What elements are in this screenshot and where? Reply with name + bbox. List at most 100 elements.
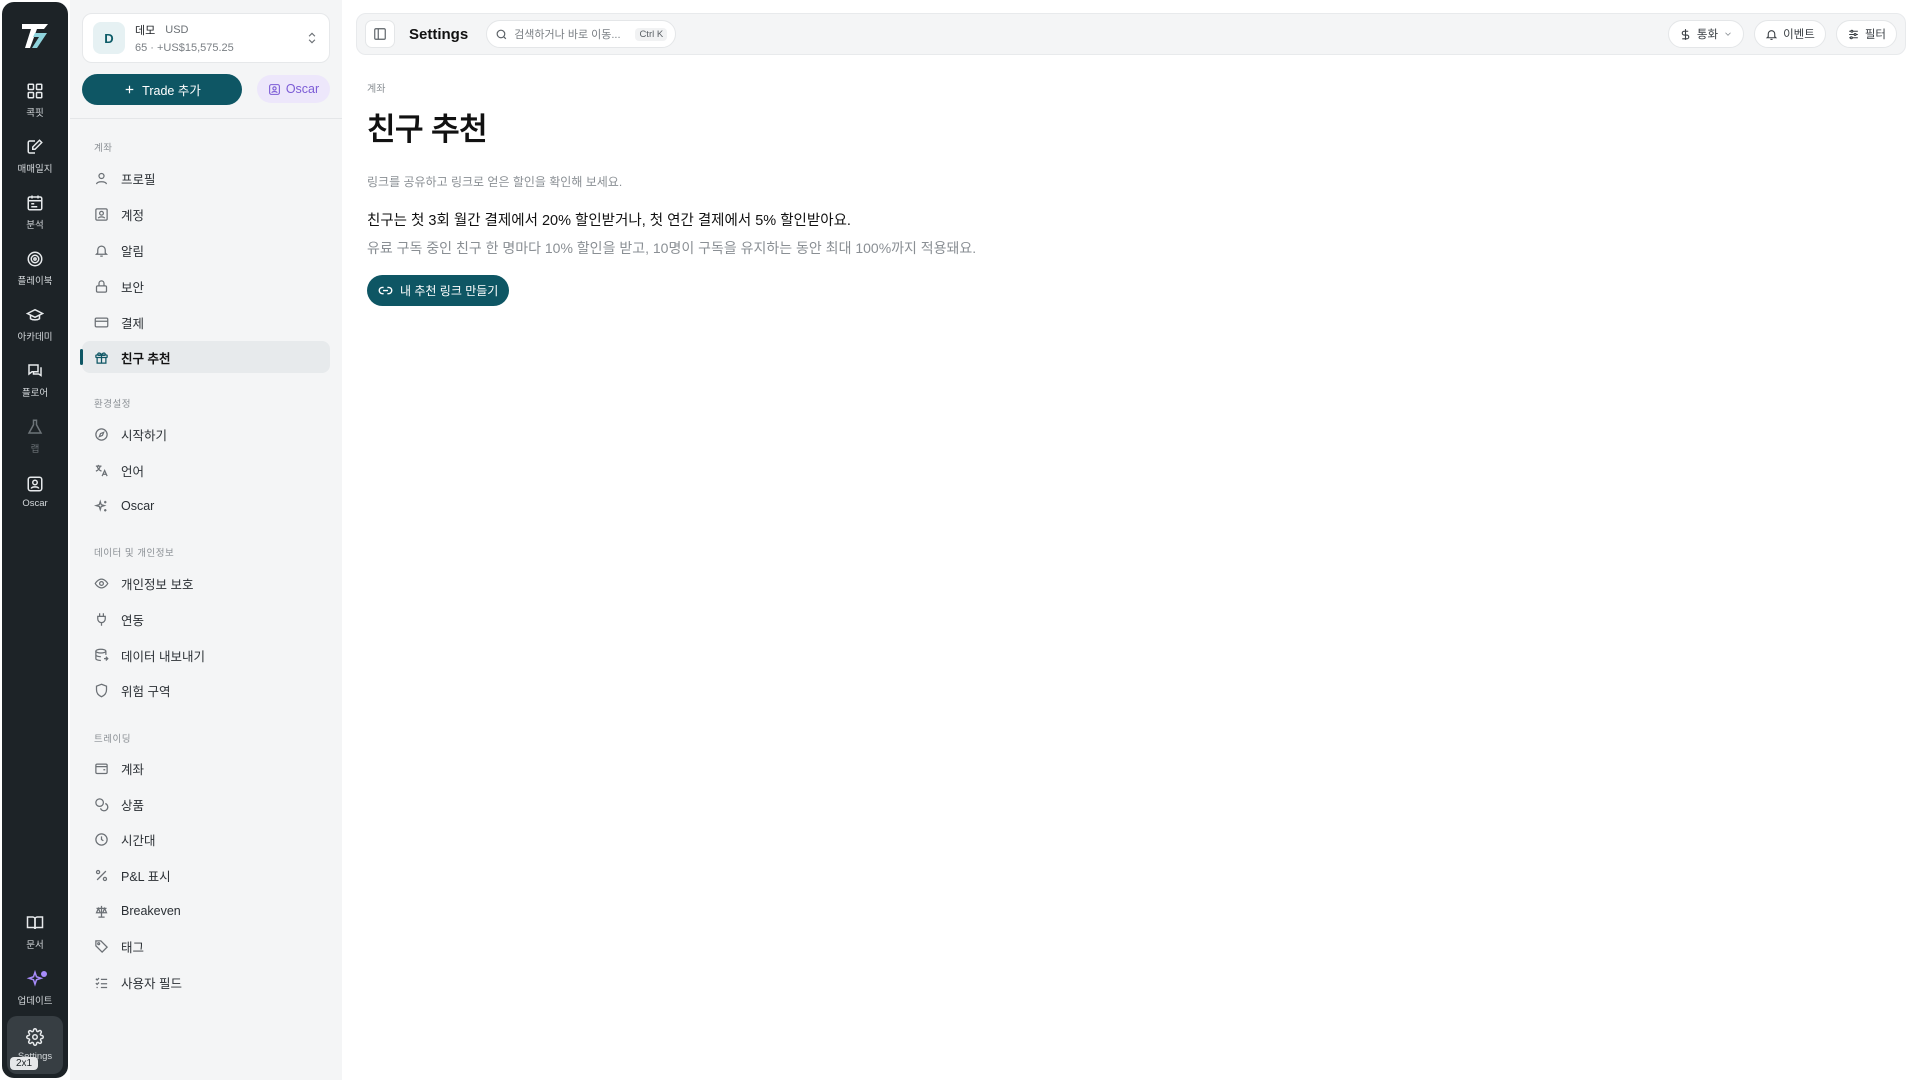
create-referral-link-button[interactable]: 내 추천 링크 만들기: [367, 275, 510, 306]
sidebar-item-account[interactable]: 계정: [82, 198, 330, 230]
page-description: 링크를 공유하고 링크로 얻은 할인을 확인해 보세요.: [367, 175, 623, 189]
sidebar-item-danger-zone[interactable]: 위험 구역: [82, 674, 330, 706]
lock-icon: [95, 279, 108, 293]
rail-item-lab[interactable]: 랩: [7, 408, 63, 464]
section-title-account: 계좌: [94, 143, 113, 154]
rail-label: 콕핏: [26, 107, 44, 119]
rail-item-cockpit[interactable]: 콕핏: [7, 72, 63, 128]
breadcrumb: 계좌: [367, 84, 386, 95]
add-trade-button[interactable]: Trade 추가: [82, 74, 242, 105]
referral-subline: 유료 구독 중인 친구 한 명마다 10% 할인을 받고, 10명이 구독을 유…: [367, 240, 977, 256]
sidebar-item-label: 계정: [121, 208, 145, 223]
sidebar-item-billing[interactable]: 결제: [82, 306, 330, 338]
sidebar-item-label: P&L 표시: [121, 869, 171, 884]
account-switcher[interactable]: D 데모 USD 65 · +US$15,575.25: [82, 13, 330, 63]
sliders-icon: [1848, 29, 1858, 39]
sidebar-item-trading-accounts[interactable]: 계좌: [82, 752, 330, 784]
tag-icon: [95, 939, 109, 953]
rail-item-floor[interactable]: 플로어: [7, 352, 63, 408]
currency-dropdown[interactable]: 통화: [1667, 20, 1745, 48]
flask-icon: [27, 419, 43, 434]
sidebar-item-oscar[interactable]: Oscar: [82, 490, 330, 522]
oscar-button[interactable]: Oscar: [257, 75, 330, 103]
sidebar-item-label: 데이터 내보내기: [121, 649, 205, 664]
sidebar-item-data-export[interactable]: 데이터 내보내기: [82, 639, 330, 671]
oscar-icon: [27, 476, 43, 492]
sidebar-item-integrations[interactable]: 연동: [82, 603, 330, 635]
rail-label: 아카데미: [17, 331, 53, 343]
section-title-preferences: 환경설정: [94, 399, 131, 410]
rail-label: Oscar: [22, 498, 48, 509]
sidebar-item-getting-started[interactable]: 시작하기: [82, 418, 330, 450]
sidebar-item-label: 태그: [121, 940, 145, 955]
sidebar-item-notifications[interactable]: 알림: [82, 234, 330, 266]
section-title-trading: 트레이딩: [94, 734, 131, 745]
search-placeholder: 검색하거나 바로 이동...: [514, 29, 621, 41]
search-input[interactable]: 검색하거나 바로 이동... Ctrl K: [486, 20, 677, 48]
sidebar-item-privacy[interactable]: 개인정보 보호: [82, 567, 330, 599]
gift-icon: [95, 351, 108, 364]
rail-item-playbook[interactable]: 플레이북: [7, 240, 63, 296]
filter-button[interactable]: 필터: [1835, 20, 1897, 48]
sidebar-item-label: 계좌: [121, 762, 145, 777]
chevron-up-down-icon: [308, 32, 316, 44]
scale-icon: [95, 905, 108, 918]
rail-label: 플로어: [21, 387, 49, 399]
settings-sidebar: D 데모 USD 65 · +US$15,575.25 Trade 추가 Osc…: [70, 0, 342, 1080]
rail-label: 매매일지: [17, 163, 53, 175]
compass-icon: [95, 427, 108, 441]
sidebar-item-label: 연동: [121, 613, 145, 628]
sidebar-item-label: 위험 구역: [121, 684, 171, 699]
account-avatar: D: [93, 22, 125, 54]
journal-icon: [27, 138, 43, 154]
sidebar-item-timezone[interactable]: 시간대: [82, 823, 330, 855]
account-name: 데모: [135, 25, 156, 37]
clock-icon: [95, 832, 108, 846]
rail-item-academy[interactable]: 아카데미: [7, 296, 63, 352]
sidebar-item-breakeven[interactable]: Breakeven: [82, 895, 330, 927]
sidebar-item-language[interactable]: 언어: [82, 454, 330, 486]
rail-label: 플레이북: [17, 275, 53, 287]
divider: [70, 118, 342, 119]
sidebar-item-custom-fields[interactable]: 사용자 필드: [82, 966, 330, 998]
bell-icon: [94, 245, 109, 257]
search-icon: [496, 29, 507, 39]
id-card-icon: [95, 207, 108, 221]
eye-icon: [94, 577, 109, 589]
rail-item-journal[interactable]: 매매일지: [7, 128, 63, 184]
link-icon: [378, 286, 393, 295]
sidebar-item-label: 프로필: [121, 172, 156, 187]
gear-icon: [26, 1028, 44, 1046]
sidebar-item-profile[interactable]: 프로필: [82, 162, 330, 194]
sidebar-toggle-button[interactable]: [365, 20, 395, 48]
page-header-title: Settings: [409, 25, 469, 43]
currency-label: 통화: [1696, 29, 1719, 41]
events-button[interactable]: 이벤트: [1754, 20, 1826, 48]
rail-item-analysis[interactable]: 분석: [7, 184, 63, 240]
account-currency: USD: [165, 24, 189, 36]
referral-headline: 친구는 첫 3회 월간 결제에서 20% 할인받거나, 첫 연간 결제에서 5%…: [367, 213, 851, 229]
rail-item-docs[interactable]: 문서: [7, 904, 63, 960]
rail-label: 문서: [26, 939, 44, 951]
database-export-icon: [95, 648, 109, 661]
update-dot: [41, 971, 47, 977]
coins-icon: [95, 797, 109, 811]
dashboard-icon: [27, 83, 43, 98]
sidebar-item-label: 개인정보 보호: [121, 577, 194, 592]
sidebar-item-referral[interactable]: 친구 추천: [80, 341, 330, 373]
sidebar-item-security[interactable]: 보안: [82, 270, 330, 302]
book-icon: [26, 915, 44, 929]
search-shortcut: Ctrl K: [635, 27, 668, 41]
rail-item-oscar[interactable]: Oscar: [7, 464, 63, 520]
rail-label: 업데이트: [17, 995, 53, 1007]
rail-item-updates[interactable]: 업데이트: [7, 960, 63, 1016]
filter-label: 필터: [1864, 29, 1886, 41]
plug-icon: [97, 612, 106, 626]
oscar-icon: [268, 83, 280, 95]
events-label: 이벤트: [1783, 29, 1815, 41]
sidebar-item-label: 사용자 필드: [121, 976, 182, 991]
sidebar-item-tags[interactable]: 태그: [82, 930, 330, 962]
app-logo[interactable]: [17, 18, 53, 54]
sidebar-item-pnl-display[interactable]: P&L 표시: [82, 859, 330, 891]
sidebar-item-instruments[interactable]: 상품: [82, 788, 330, 820]
